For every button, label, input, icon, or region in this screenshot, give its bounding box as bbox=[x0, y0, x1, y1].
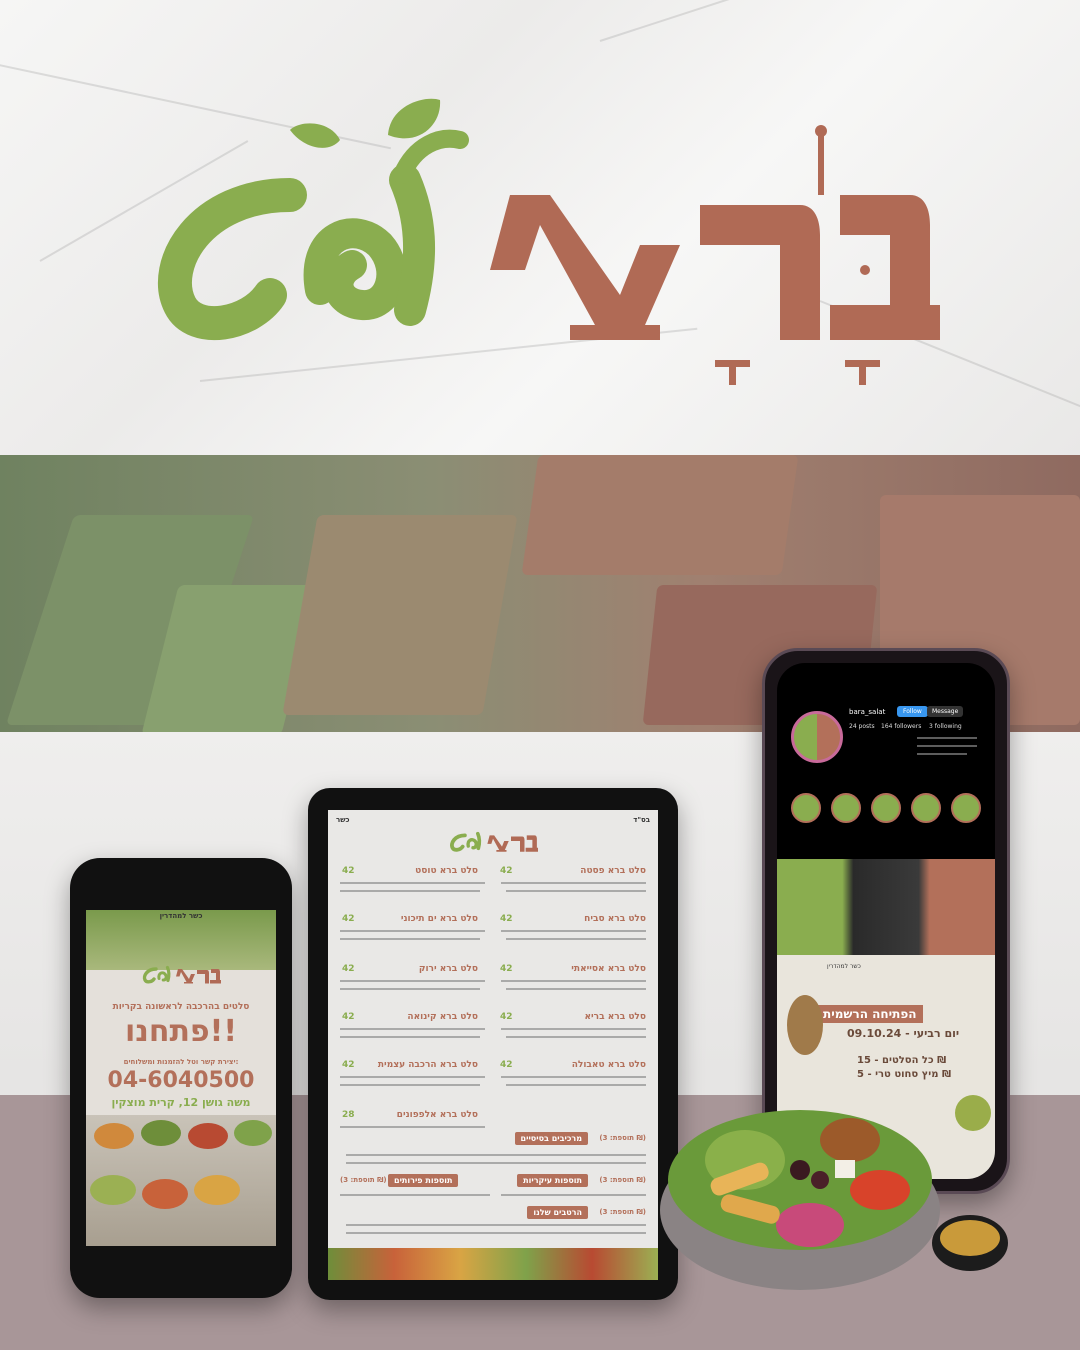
kosher-label: כשר למהדרין bbox=[159, 912, 203, 920]
section-fruit: תוספות פירותים bbox=[388, 1174, 459, 1187]
salad-bowl-photo bbox=[660, 1110, 940, 1290]
logo-green-script bbox=[158, 129, 469, 341]
menu-top-right: בס"ד bbox=[633, 816, 650, 824]
headline: פתחנו!! bbox=[124, 1014, 238, 1049]
tablet-mockup: כשר בס"ד סלט ברא פסטה 42 סלט ברא סביח 42… bbox=[308, 788, 678, 1300]
menu-price-build-your-own: 42 bbox=[342, 1060, 355, 1070]
logo-brown-letters bbox=[490, 125, 940, 385]
follow-button[interactable]: Follow bbox=[897, 706, 928, 717]
section-base-price: (תוספת: 3 ₪) bbox=[599, 1134, 646, 1142]
section-fruit-price: (תוספת: 3 ₪) bbox=[340, 1176, 387, 1184]
menu-item-pasta: סלט ברא פסטה bbox=[580, 866, 646, 876]
address: משה גושן 12, קרית מוצקין bbox=[111, 1096, 251, 1109]
menu-food-strip bbox=[328, 1248, 658, 1280]
section-dressings-price: (תוספת: 3 ₪) bbox=[599, 1208, 646, 1216]
menu-price-mediterranean: 42 bbox=[342, 914, 355, 924]
following-count[interactable]: 3 following bbox=[929, 723, 962, 730]
menu-price-quinoa: 42 bbox=[342, 1012, 355, 1022]
food-bowls-photo bbox=[86, 1115, 276, 1246]
post-kosher: כשר למהדרין bbox=[827, 963, 861, 970]
tablet-menu-screen: כשר בס"ד סלט ברא פסטה 42 סלט ברא סביח 42… bbox=[328, 810, 658, 1280]
highlight-4[interactable] bbox=[911, 793, 941, 823]
post-grid-row-1 bbox=[777, 859, 995, 955]
section-main-price: (תוספת: 3 ₪) bbox=[599, 1176, 646, 1184]
menu-item-mediterranean: סלט ברא ים תיכוני bbox=[400, 914, 478, 924]
followers-count[interactable]: 164 followers bbox=[881, 723, 921, 730]
tagline: סלטים בהרכבה לראשונה בקריות bbox=[112, 1002, 250, 1012]
highlight-1[interactable] bbox=[791, 793, 821, 823]
menu-item-tabbouleh: סלט ברא טאבולה bbox=[571, 1060, 646, 1070]
post-title: הפתיחה הרשמית bbox=[817, 1005, 923, 1023]
brand-logo-svg bbox=[158, 98, 940, 385]
section-main: תוספות עיקריות bbox=[517, 1174, 588, 1187]
profile-username: bara_salat bbox=[849, 708, 886, 716]
phone-number[interactable]: 04-6040500 bbox=[86, 1068, 276, 1093]
message-button[interactable]: Message bbox=[927, 706, 964, 717]
menu-item-quinoa: סלט ברא קינואה bbox=[407, 1012, 478, 1022]
posts-count: 24 posts bbox=[849, 723, 875, 730]
highlight-5[interactable] bbox=[951, 793, 981, 823]
menu-price-asian: 42 bbox=[500, 964, 513, 974]
dressing-dip-bowl bbox=[932, 1215, 1008, 1271]
menu-price-falafel: 28 bbox=[342, 1110, 355, 1120]
menu-item-sabich: סלט ברא סביח bbox=[584, 914, 646, 924]
menu-price-toast: 42 bbox=[342, 866, 355, 876]
menu-item-falafel: סלט ברא אלפפונים bbox=[396, 1110, 478, 1120]
menu-price-healthy: 42 bbox=[500, 1012, 513, 1022]
menu-price-pasta: 42 bbox=[500, 866, 513, 876]
profile-avatar[interactable] bbox=[791, 711, 843, 763]
small-phone-logo bbox=[141, 958, 221, 990]
highlight-2[interactable] bbox=[831, 793, 861, 823]
menu-item-healthy: סלט ברא בריא bbox=[584, 1012, 646, 1022]
menu-price-tabbouleh: 42 bbox=[500, 1060, 513, 1070]
menu-item-toast: סלט ברא טוסט bbox=[415, 866, 478, 876]
post-date: יום רביעי - 09.10.24 bbox=[847, 1027, 960, 1040]
menu-logo bbox=[448, 824, 538, 858]
contact-label: יצירת קשר וטל להזמנות ומשלוחים: bbox=[123, 1058, 239, 1066]
highlight-3[interactable] bbox=[871, 793, 901, 823]
small-phone-screen: כשר למהדרין סלטים בהרכבה לראשונה בקריות … bbox=[86, 910, 276, 1246]
section-dressings: הרטבים שלנו bbox=[527, 1206, 588, 1219]
small-phone-mockup: כשר למהדרין סלטים בהרכבה לראשונה בקריות … bbox=[70, 858, 292, 1298]
menu-top-left: כשר bbox=[336, 816, 350, 824]
menu-item-green: סלט ברא ירוק bbox=[418, 964, 478, 974]
brand-logo bbox=[140, 95, 940, 395]
menu-price-green: 42 bbox=[342, 964, 355, 974]
section-base: מרכיבים בסיסיים bbox=[514, 1132, 588, 1145]
logo-leaf bbox=[290, 98, 441, 148]
menu-item-asian: סלט ברא אסייאתי bbox=[571, 964, 646, 974]
menu-price-sabich: 42 bbox=[500, 914, 513, 924]
menu-item-build-your-own: סלט ברא הרכבה עצמית bbox=[377, 1060, 478, 1070]
